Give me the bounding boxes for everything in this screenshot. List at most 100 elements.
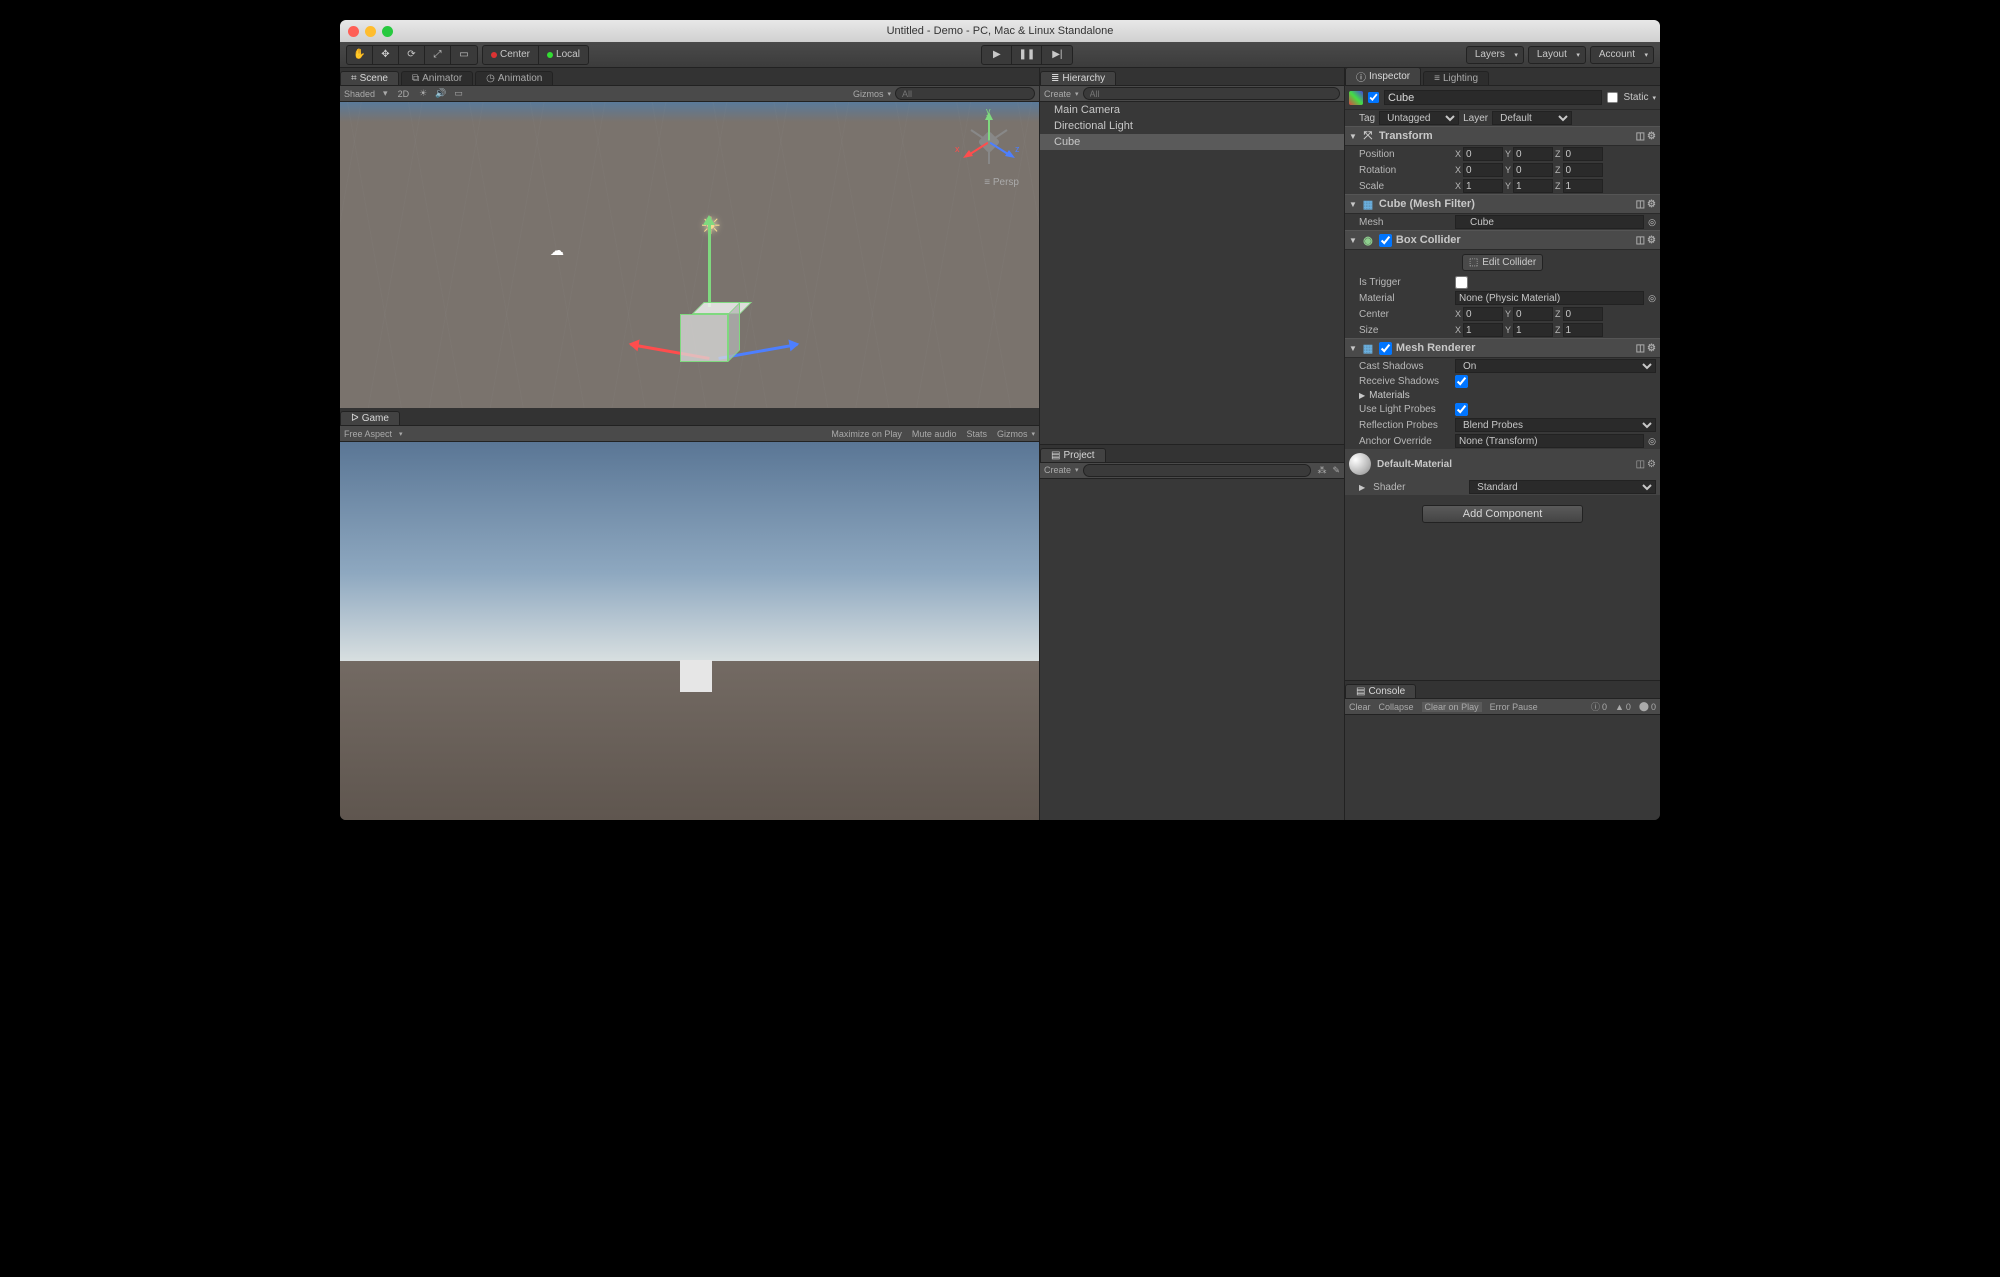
size-y-input[interactable] <box>1513 323 1553 337</box>
collider-material-field[interactable] <box>1455 291 1644 305</box>
game-gizmos-dropdown[interactable]: Gizmos <box>997 429 1028 439</box>
hierarchy-item-directional-light[interactable]: Directional Light <box>1040 118 1344 134</box>
pause-button[interactable]: ❚❚ <box>1012 46 1042 64</box>
gizmos-dropdown[interactable]: Gizmos <box>853 89 884 99</box>
reflection-probes-dropdown[interactable]: Blend Probes <box>1455 418 1656 432</box>
cube-object[interactable] <box>680 302 740 362</box>
rect-tool[interactable]: ▭ <box>451 46 477 64</box>
rot-y-input[interactable] <box>1513 163 1553 177</box>
audio-toggle[interactable]: 🔊 <box>435 88 446 99</box>
object-picker-icon[interactable]: ◎ <box>1648 217 1656 228</box>
maximize-on-play-toggle[interactable]: Maximize on Play <box>831 429 902 439</box>
mesh-field[interactable] <box>1455 215 1644 229</box>
layer-dropdown[interactable]: Default <box>1492 111 1572 125</box>
pos-z-input[interactable] <box>1563 147 1603 161</box>
shader-dropdown[interactable]: Standard <box>1469 480 1656 494</box>
console-clear-on-play-toggle[interactable]: Clear on Play <box>1422 702 1482 712</box>
tab-scene[interactable]: ⌗Scene <box>340 71 399 85</box>
center-x-input[interactable] <box>1463 307 1503 321</box>
info-filter-toggle[interactable]: ⓘ0 <box>1591 700 1607 713</box>
scale-z-input[interactable] <box>1563 179 1603 193</box>
scale-tool[interactable]: ⤢ <box>425 46 451 64</box>
hierarchy-item-cube[interactable]: Cube <box>1040 134 1344 150</box>
tab-inspector[interactable]: ⓘInspector <box>1345 67 1421 85</box>
pivot-center-button[interactable]: Center <box>483 46 539 64</box>
rot-x-input[interactable] <box>1463 163 1503 177</box>
help-icon[interactable]: ◫ <box>1636 343 1645 354</box>
lighting-toggle[interactable]: ☀ <box>419 88 427 99</box>
play-button[interactable]: ▶ <box>982 46 1012 64</box>
layers-dropdown[interactable]: Layers <box>1466 46 1524 64</box>
gear-icon[interactable]: ⚙ <box>1647 235 1656 246</box>
box-collider-enabled-checkbox[interactable] <box>1379 234 1392 247</box>
stats-toggle[interactable]: Stats <box>966 429 987 439</box>
material-fold-icon[interactable]: ▶ <box>1359 483 1365 492</box>
scale-y-input[interactable] <box>1513 179 1553 193</box>
materials-foldout[interactable]: ▶Materials <box>1345 389 1660 402</box>
project-search-input[interactable] <box>1083 464 1312 477</box>
tab-lighting[interactable]: ≡Lighting <box>1423 71 1489 85</box>
aspect-dropdown[interactable]: Free Aspect <box>344 429 392 439</box>
light-probes-checkbox[interactable] <box>1455 403 1468 416</box>
hierarchy-search-input[interactable] <box>1083 87 1340 100</box>
object-picker-icon[interactable]: ◎ <box>1648 293 1656 304</box>
gear-icon[interactable]: ⚙ <box>1647 459 1656 470</box>
scale-x-input[interactable] <box>1463 179 1503 193</box>
size-x-input[interactable] <box>1463 323 1503 337</box>
console-collapse-toggle[interactable]: Collapse <box>1379 702 1414 712</box>
hierarchy-create-button[interactable]: Create <box>1044 89 1071 99</box>
project-filter-icon[interactable]: ⁂ <box>1317 465 1326 476</box>
size-z-input[interactable] <box>1563 323 1603 337</box>
center-z-input[interactable] <box>1563 307 1603 321</box>
cast-shadows-dropdown[interactable]: On <box>1455 359 1656 373</box>
tab-game[interactable]: ᐅGame <box>340 411 400 425</box>
receive-shadows-checkbox[interactable] <box>1455 375 1468 388</box>
shading-mode-dropdown[interactable]: Shaded <box>344 89 375 99</box>
mute-audio-toggle[interactable]: Mute audio <box>912 429 957 439</box>
gear-icon[interactable]: ⚙ <box>1647 343 1656 354</box>
gameobject-active-checkbox[interactable] <box>1368 92 1379 103</box>
camera-gizmo[interactable]: ☁ <box>550 242 564 259</box>
mesh-renderer-component-header[interactable]: ▼ ▦ Mesh Renderer ◫⚙ <box>1345 338 1660 358</box>
center-y-input[interactable] <box>1513 307 1553 321</box>
projection-label[interactable]: ≡ Persp <box>984 177 1019 188</box>
orientation-gizmo[interactable]: y x z <box>959 112 1019 172</box>
2d-toggle[interactable]: 2D <box>398 89 410 99</box>
pos-x-input[interactable] <box>1463 147 1503 161</box>
project-save-icon[interactable]: ✎ <box>1332 465 1340 476</box>
gear-icon[interactable]: ⚙ <box>1647 199 1656 210</box>
fx-toggle[interactable]: ▭ <box>454 88 463 99</box>
edit-collider-button[interactable]: ⬚Edit Collider <box>1462 254 1543 271</box>
minimize-window-button[interactable] <box>365 26 376 37</box>
material-header[interactable]: Default-Material ◫⚙ <box>1345 449 1660 479</box>
console-error-pause-toggle[interactable]: Error Pause <box>1490 702 1538 712</box>
pivot-local-button[interactable]: Local <box>539 46 588 64</box>
game-viewport[interactable] <box>340 442 1039 820</box>
scene-viewport[interactable]: ☀ ☁ y x z <box>340 102 1039 408</box>
gear-icon[interactable]: ⚙ <box>1647 131 1656 142</box>
tag-dropdown[interactable]: Untagged <box>1379 111 1459 125</box>
layout-dropdown[interactable]: Layout <box>1528 46 1586 64</box>
box-collider-component-header[interactable]: ▼ ◉ Box Collider ◫⚙ <box>1345 230 1660 250</box>
y-axis-handle[interactable] <box>708 217 711 307</box>
maximize-window-button[interactable] <box>382 26 393 37</box>
tab-console[interactable]: ▤Console <box>1345 684 1416 698</box>
mesh-renderer-enabled-checkbox[interactable] <box>1379 342 1392 355</box>
tab-animation[interactable]: ◷Animation <box>475 71 553 85</box>
tab-animator[interactable]: ⧉Animator <box>401 71 473 85</box>
error-filter-toggle[interactable]: ⬤0 <box>1639 701 1656 712</box>
is-trigger-checkbox[interactable] <box>1455 276 1468 289</box>
anchor-override-field[interactable] <box>1455 434 1644 448</box>
help-icon[interactable]: ◫ <box>1636 199 1645 210</box>
tab-hierarchy[interactable]: ≣Hierarchy <box>1040 71 1116 85</box>
close-window-button[interactable] <box>348 26 359 37</box>
tab-project[interactable]: ▤Project <box>1040 448 1106 462</box>
project-create-button[interactable]: Create <box>1044 465 1071 475</box>
gameobject-name-input[interactable] <box>1384 90 1602 105</box>
mesh-filter-component-header[interactable]: ▼ ▦ Cube (Mesh Filter) ◫⚙ <box>1345 194 1660 214</box>
step-button[interactable]: ▶| <box>1042 46 1072 64</box>
add-component-button[interactable]: Add Component <box>1422 505 1584 523</box>
account-dropdown[interactable]: Account <box>1590 46 1654 64</box>
help-icon[interactable]: ◫ <box>1636 131 1645 142</box>
rot-z-input[interactable] <box>1563 163 1603 177</box>
